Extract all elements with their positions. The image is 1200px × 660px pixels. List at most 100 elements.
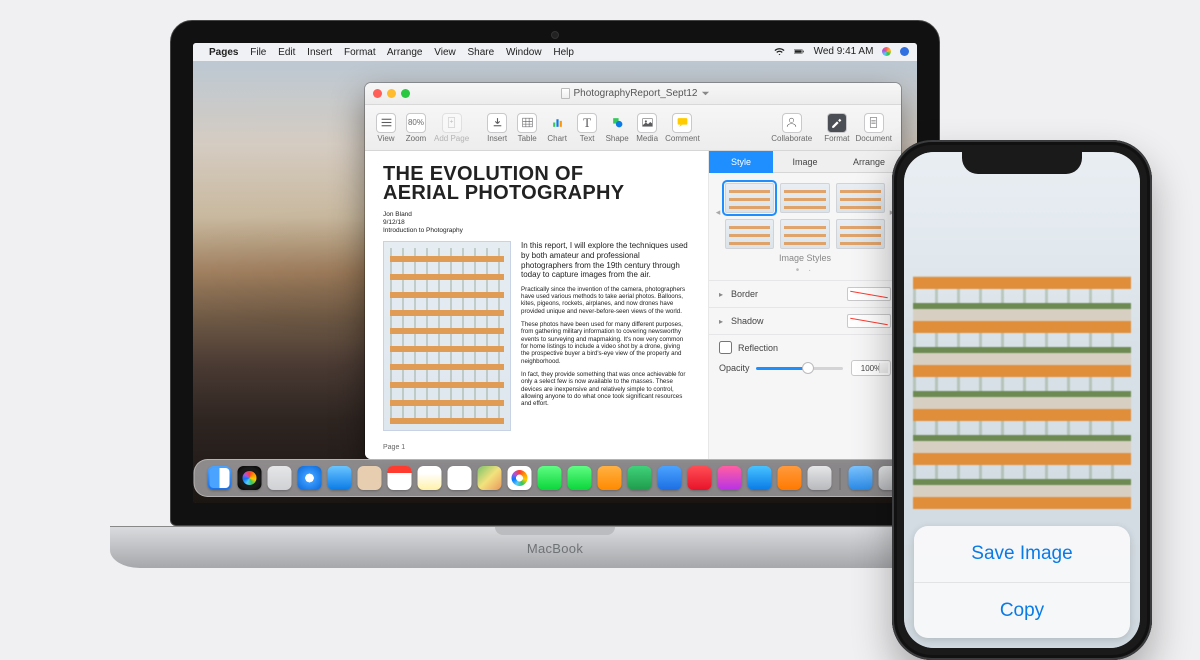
image-style-thumb[interactable] — [780, 183, 829, 213]
tb-collaborate[interactable]: Collaborate — [768, 108, 815, 148]
macbook: Pages File Edit Insert Format Arrange Vi… — [170, 20, 940, 568]
zoom-button[interactable] — [401, 89, 410, 98]
dock-numbers[interactable] — [628, 466, 652, 490]
image-style-thumb[interactable] — [725, 183, 774, 213]
minimize-button[interactable] — [387, 89, 396, 98]
dock-contacts[interactable] — [358, 466, 382, 490]
dock-mail[interactable] — [328, 466, 352, 490]
image-style-thumb[interactable] — [836, 183, 885, 213]
save-image-button[interactable]: Save Image — [914, 526, 1130, 582]
menu-file[interactable]: File — [250, 47, 266, 58]
dock-finder[interactable] — [208, 466, 232, 490]
tab-arrange[interactable]: Arrange — [837, 151, 901, 173]
menu-insert[interactable]: Insert — [307, 47, 332, 58]
tb-add-page[interactable]: Add Page — [431, 108, 472, 148]
image-styles-grid — [709, 173, 901, 251]
tb-chart-label: Chart — [547, 135, 567, 143]
doc-text[interactable]: In this report, I will explore the techn… — [521, 241, 690, 444]
menu-format[interactable]: Format — [344, 47, 376, 58]
opacity-value-stepper[interactable]: 100% — [851, 360, 891, 376]
border-swatch[interactable] — [847, 287, 891, 301]
tb-text-label: Text — [580, 135, 595, 143]
tb-media[interactable]: Media — [632, 108, 662, 148]
disclosure-triangle-icon[interactable]: ▸ — [719, 317, 727, 326]
doc-date: 9/12/18 — [383, 219, 690, 227]
menu-window[interactable]: Window — [506, 47, 542, 58]
notification-center-icon[interactable] — [900, 47, 909, 56]
dock-safari[interactable] — [298, 466, 322, 490]
menu-view[interactable]: View — [434, 47, 456, 58]
dock-reminders[interactable] — [448, 466, 472, 490]
macbook-bezel: Pages File Edit Insert Format Arrange Vi… — [170, 20, 940, 526]
tb-format[interactable]: Format — [821, 108, 852, 148]
menu-pages[interactable]: Pages — [209, 47, 238, 58]
tab-image[interactable]: Image — [773, 151, 837, 173]
tab-style[interactable]: Style — [709, 151, 773, 173]
battery-icon[interactable] — [794, 47, 805, 58]
tb-document[interactable]: Document — [853, 108, 895, 148]
styles-page-dots[interactable]: • · — [709, 265, 901, 280]
image-styles-label: Image Styles — [709, 251, 901, 265]
dock-appstore[interactable] — [748, 466, 772, 490]
iphone-notch — [962, 152, 1082, 174]
opacity-slider[interactable] — [756, 367, 843, 370]
dock-itunes[interactable] — [718, 466, 742, 490]
tb-view[interactable]: View — [371, 108, 401, 148]
dock-siri[interactable] — [238, 466, 262, 490]
opacity-label: Opacity — [719, 363, 750, 373]
image-style-thumb[interactable] — [836, 219, 885, 249]
tb-comment[interactable]: Comment — [662, 108, 703, 148]
tb-zoom-label: Zoom — [406, 135, 426, 143]
window-titlebar[interactable]: PhotographyReport_Sept12 — [365, 83, 901, 105]
dock-news[interactable] — [688, 466, 712, 490]
menu-share[interactable]: Share — [468, 47, 495, 58]
doc-heading[interactable]: THE EVOLUTION OF AERIAL PHOTOGRAPHY — [383, 165, 690, 203]
dock-messages[interactable] — [538, 466, 562, 490]
tb-comment-label: Comment — [665, 135, 700, 143]
dock-keynote[interactable] — [658, 466, 682, 490]
document-icon — [561, 88, 570, 99]
tb-insert[interactable]: Insert — [482, 108, 512, 148]
doc-meta[interactable]: Jon Bland 9/12/18 Introduction to Photog… — [383, 211, 690, 235]
macbook-screen: Pages File Edit Insert Format Arrange Vi… — [193, 43, 917, 503]
doc-author: Jon Bland — [383, 211, 690, 219]
document-canvas[interactable]: THE EVOLUTION OF AERIAL PHOTOGRAPHY Jon … — [365, 151, 709, 459]
menubar-clock[interactable]: Wed 9:41 AM — [814, 46, 874, 57]
image-style-thumb[interactable] — [725, 219, 774, 249]
dock-notes[interactable] — [418, 466, 442, 490]
document-title[interactable]: PhotographyReport_Sept12 — [418, 88, 853, 99]
menu-edit[interactable]: Edit — [278, 47, 295, 58]
wifi-icon[interactable] — [774, 47, 785, 58]
tb-zoom[interactable]: 80% Zoom — [401, 108, 431, 148]
menu-help[interactable]: Help — [553, 47, 574, 58]
pages-window: PhotographyReport_Sept12 View 80% Zoom — [365, 83, 901, 459]
dock-pages[interactable] — [598, 466, 622, 490]
siri-icon[interactable] — [882, 47, 891, 56]
dock — [194, 459, 917, 497]
tb-shape[interactable]: Shape — [602, 108, 632, 148]
shadow-swatch[interactable] — [847, 314, 891, 328]
doc-selected-image[interactable] — [383, 241, 511, 431]
dock-maps[interactable] — [478, 466, 502, 490]
reflection-checkbox[interactable] — [719, 341, 732, 354]
dock-photos[interactable] — [508, 466, 532, 490]
dock-facetime[interactable] — [568, 466, 592, 490]
disclosure-triangle-icon[interactable]: ▸ — [719, 290, 727, 299]
border-row[interactable]: ▸ Border — [709, 280, 901, 307]
dock-calendar[interactable] — [388, 466, 412, 490]
dock-preferences[interactable] — [808, 466, 832, 490]
shadow-row[interactable]: ▸ Shadow — [709, 307, 901, 334]
image-style-thumb[interactable] — [780, 219, 829, 249]
close-button[interactable] — [373, 89, 382, 98]
tb-zoom-value: 80% — [408, 118, 424, 127]
tb-table[interactable]: Table — [512, 108, 542, 148]
menu-arrange[interactable]: Arrange — [387, 47, 423, 58]
tb-text[interactable]: T Text — [572, 108, 602, 148]
dock-books[interactable] — [778, 466, 802, 490]
dock-launchpad[interactable] — [268, 466, 292, 490]
document-title-text: PhotographyReport_Sept12 — [574, 88, 698, 99]
dock-downloads[interactable] — [849, 466, 873, 490]
tb-view-label: View — [377, 135, 394, 143]
shadow-label: Shadow — [731, 316, 764, 326]
tb-chart[interactable]: Chart — [542, 108, 572, 148]
